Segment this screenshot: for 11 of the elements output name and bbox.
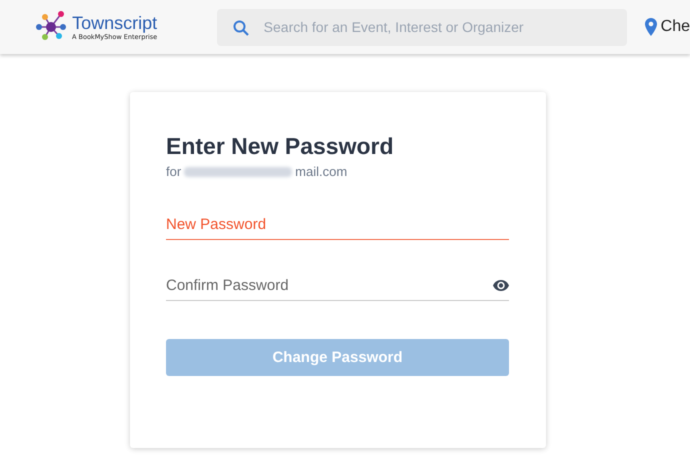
eye-icon[interactable] [493, 280, 509, 291]
form-title: Enter New Password [166, 132, 395, 160]
email-domain: mail.com [295, 164, 348, 179]
password-field[interactable]: Confirm Password [166, 270, 509, 301]
email-prefix: for [166, 164, 182, 179]
search-field[interactable]: Search for an Event, Interest or Organizer [216, 8, 627, 46]
search-icon [232, 20, 249, 36]
location-selector[interactable]: Che [660, 18, 690, 36]
password-field[interactable]: New Password [166, 209, 509, 240]
brand-name: Townscript [72, 12, 158, 32]
location-pin-icon [644, 18, 657, 36]
